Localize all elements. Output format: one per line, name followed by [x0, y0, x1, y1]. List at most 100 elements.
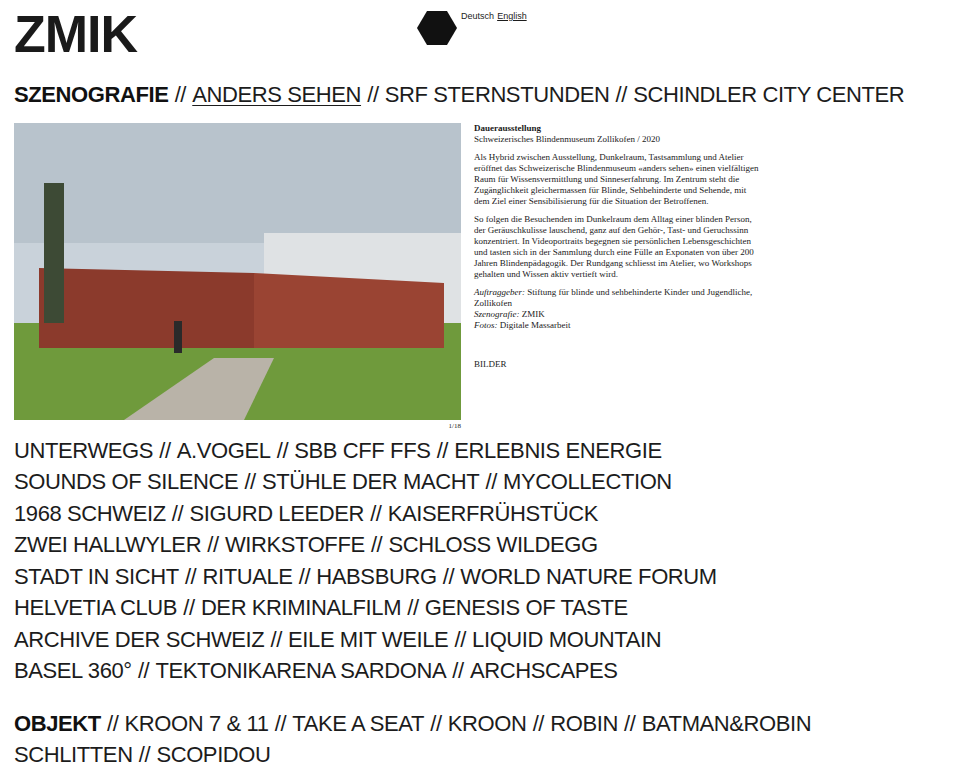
separator: // — [430, 708, 441, 740]
project-link[interactable]: SIGURD LEEDER — [189, 498, 364, 530]
project-link[interactable]: ARCHIVE DER SCHWEIZ — [14, 624, 264, 656]
section-title[interactable]: OBJEKT — [14, 708, 101, 740]
credit-line: Fotos: Digitale Massarbeit — [474, 320, 759, 331]
separator: // — [183, 592, 194, 624]
nav-row: ZWEI HALLWYLER//WIRKSTOFFE//SCHLOSS WILD… — [14, 529, 952, 561]
project-link[interactable]: BATMAN&ROBIN — [642, 708, 812, 740]
separator: // — [175, 79, 186, 111]
hexagon-icon — [417, 10, 457, 46]
project-link[interactable]: BASEL 360° — [14, 655, 132, 687]
project-link[interactable]: HABSBURG — [316, 561, 436, 593]
project-link[interactable]: STÜHLE DER MACHT — [262, 466, 479, 498]
detail-paragraph: So folgen die Besuchenden im Dunkelraum … — [474, 214, 759, 280]
objekt-section: OBJEKT//KROON 7 & 11//TAKE A SEAT//KROON… — [14, 708, 952, 771]
credit-label: Szenografie: — [474, 309, 520, 319]
project-link[interactable]: STADT IN SICHT — [14, 561, 179, 593]
separator: // — [172, 498, 183, 530]
nav-row: SCHLITTEN//SCOPIDOU — [14, 739, 952, 771]
nav-row: SZENOGRAFIE//ANDERS SEHEN//SRF STERNSTUN… — [14, 79, 952, 111]
separator: // — [277, 435, 288, 467]
language-switch: DeutschEnglish — [417, 8, 527, 46]
separator: // — [454, 624, 465, 656]
project-link[interactable]: SCHLOSS WILDEGG — [388, 529, 597, 561]
project-link[interactable]: SCHLITTEN — [14, 739, 133, 771]
separator: // — [139, 739, 150, 771]
separator: // — [407, 592, 418, 624]
images-link[interactable]: BILDER — [474, 359, 759, 370]
separator: // — [616, 79, 627, 111]
nav-row: HELVETIA CLUB//DER KRIMINALFILM//GENESIS… — [14, 592, 952, 624]
project-link[interactable]: WIRKSTOFFE — [225, 529, 365, 561]
project-list: UNTERWEGS//A.VOGEL//SBB CFF FFS//ERLEBNI… — [14, 435, 952, 687]
project-link[interactable]: SCOPIDOU — [156, 739, 270, 771]
project-photo[interactable] — [14, 123, 461, 420]
credit-line: Szenografie: ZMIK — [474, 309, 759, 320]
project-link[interactable]: KROON — [448, 708, 527, 740]
project-link[interactable]: ROBIN — [550, 708, 618, 740]
separator: // — [244, 466, 255, 498]
image-counter: 1/18 — [14, 420, 461, 432]
logo[interactable]: ZMIK — [14, 8, 137, 60]
separator: // — [275, 708, 286, 740]
project-link[interactable]: ZWEI HALLWYLER — [14, 529, 201, 561]
nav-row: UNTERWEGS//A.VOGEL//SBB CFF FFS//ERLEBNI… — [14, 435, 952, 467]
project-link[interactable]: EILE MIT WEILE — [288, 624, 448, 656]
project-link[interactable]: ARCHSCAPES — [470, 655, 618, 687]
project-link[interactable]: ANDERS SEHEN — [192, 79, 361, 111]
detail-paragraph: Als Hybrid zwischen Ausstellung, Dunkelr… — [474, 152, 759, 207]
project-link[interactable]: UNTERWEGS — [14, 435, 153, 467]
project-link[interactable]: SBB CFF FFS — [294, 435, 430, 467]
separator: // — [367, 79, 378, 111]
credit-label: Auftraggeber: — [474, 287, 525, 297]
separator: // — [299, 561, 310, 593]
project-detail: 1/18 DauerausstellungSchweizerisches Blin… — [14, 123, 952, 432]
project-link[interactable]: RITUALE — [202, 561, 292, 593]
separator: // — [185, 561, 196, 593]
project-link[interactable]: GENESIS OF TASTE — [425, 592, 628, 624]
credits: Auftraggeber: Stiftung für blinde und se… — [474, 287, 759, 331]
separator: // — [159, 435, 170, 467]
language-link[interactable]: English — [497, 10, 527, 22]
separator: // — [533, 708, 544, 740]
project-link[interactable]: HELVETIA CLUB — [14, 592, 177, 624]
language-link[interactable]: Deutsch — [461, 10, 494, 22]
separator: // — [443, 561, 454, 593]
project-link[interactable]: WORLD NATURE FORUM — [460, 561, 716, 593]
detail-subtitle: Schweizerisches Blindenmuseum Zollikofen… — [474, 134, 759, 145]
detail-heading: Dauerausstellung — [474, 123, 759, 134]
separator: // — [371, 529, 382, 561]
separator: // — [437, 435, 448, 467]
separator: // — [370, 498, 381, 530]
project-link[interactable]: MYCOLLECTION — [503, 466, 672, 498]
nav-row: BASEL 360°//TEKTONIKARENA SARDONA//ARCHS… — [14, 655, 952, 687]
project-link[interactable]: LIQUID MOUNTAIN — [472, 624, 661, 656]
section-title[interactable]: SZENOGRAFIE — [14, 79, 169, 111]
project-link[interactable]: KROON 7 & 11 — [125, 708, 269, 740]
project-link[interactable]: ERLEBNIS ENERGIE — [454, 435, 662, 467]
project-link[interactable]: DER KRIMINALFILM — [201, 592, 401, 624]
project-link[interactable]: TAKE A SEAT — [292, 708, 424, 740]
project-link[interactable]: 1968 SCHWEIZ — [14, 498, 166, 530]
credit-value: Digitale Massarbeit — [500, 320, 571, 330]
project-link[interactable]: TEKTONIKARENA SARDONA — [155, 655, 446, 687]
separator: // — [107, 708, 118, 740]
language-list: DeutschEnglish — [461, 10, 527, 22]
separator: // — [624, 708, 635, 740]
project-link[interactable]: SRF STERNSTUNDEN — [385, 79, 610, 111]
separator: // — [270, 624, 281, 656]
project-link[interactable]: SOUNDS OF SILENCE — [14, 466, 238, 498]
separator: // — [485, 466, 496, 498]
project-link[interactable]: A.VOGEL — [177, 435, 271, 467]
image-column: 1/18 — [14, 123, 461, 432]
project-link[interactable]: SCHINDLER CITY CENTER — [633, 79, 904, 111]
nav-row: SOUNDS OF SILENCE//STÜHLE DER MACHT//MYC… — [14, 466, 952, 498]
nav-row: ARCHIVE DER SCHWEIZ//EILE MIT WEILE//LIQ… — [14, 624, 952, 656]
nav-row: 1968 SCHWEIZ//SIGURD LEEDER//KAISERFRÜHS… — [14, 498, 952, 530]
project-link[interactable]: KAISERFRÜHSTÜCK — [388, 498, 598, 530]
separator: // — [452, 655, 463, 687]
separator: // — [207, 529, 218, 561]
credit-value: ZMIK — [522, 309, 545, 319]
credit-label: Fotos: — [474, 320, 498, 330]
credit-line: Auftraggeber: Stiftung für blinde und se… — [474, 287, 759, 309]
separator: // — [138, 655, 149, 687]
